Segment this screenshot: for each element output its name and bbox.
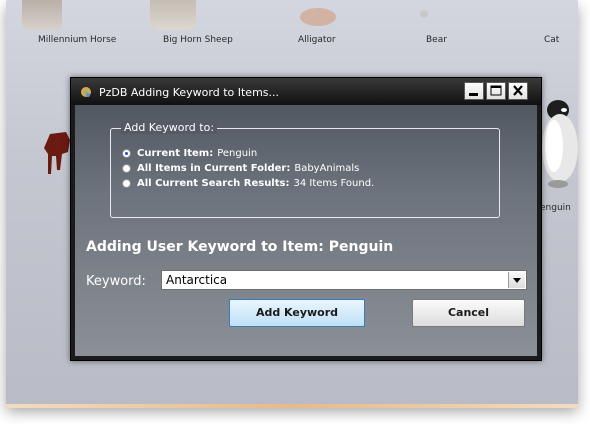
radio-value: 34 Items Found. [293, 178, 375, 189]
app-icon [81, 87, 91, 97]
radio-button[interactable] [122, 164, 131, 173]
radio-all-items-in-folder[interactable]: All Items in Current Folder: BabyAnimals [122, 163, 359, 174]
thumbnail-caption: Alligator [298, 35, 336, 45]
minimize-button[interactable] [464, 82, 484, 100]
radio-all-search-results[interactable]: All Current Search Results: 34 Items Fou… [122, 178, 374, 189]
thumbnail-caption: Big Horn Sheep [163, 35, 233, 45]
group-legend: Add Keyword to: [121, 121, 218, 134]
chevron-down-icon [513, 278, 521, 283]
thumbnail-caption: Bear [426, 35, 447, 45]
thumbnail-image[interactable] [300, 8, 336, 26]
maximize-button[interactable] [486, 82, 506, 100]
cancel-button[interactable]: Cancel [412, 299, 525, 327]
radio-button[interactable] [122, 179, 131, 188]
minimize-icon [469, 93, 478, 96]
horse-thumbnail[interactable] [40, 130, 72, 178]
thumbnail-image[interactable] [22, 0, 62, 30]
radio-label: Current Item: [137, 148, 214, 159]
close-button[interactable] [508, 82, 528, 100]
radio-value: Penguin [217, 148, 258, 159]
dialog-title: PzDB Adding Keyword to Items... [99, 86, 280, 99]
thumbnail-caption: Cat [544, 35, 560, 45]
thumbnail-caption: enguin [540, 203, 571, 213]
radio-button[interactable] [122, 149, 131, 158]
keyword-combobox[interactable]: Antarctica [161, 270, 527, 290]
gallery-bottom-border [6, 404, 578, 408]
thumbnail-image[interactable] [420, 10, 428, 18]
radio-value: BabyAnimals [294, 163, 360, 174]
dialog-body: Add Keyword to: Current Item: Penguin Al… [75, 105, 537, 356]
maximize-icon [490, 85, 502, 96]
dialog-titlebar[interactable]: PzDB Adding Keyword to Items... [71, 78, 541, 105]
thumbnail-caption: Millennium Horse [38, 35, 117, 45]
add-keyword-dialog: PzDB Adding Keyword to Items... Add Keyw… [70, 77, 542, 361]
keyword-input[interactable]: Antarctica [166, 273, 227, 287]
radio-label: All Current Search Results: [137, 178, 290, 189]
penguin-thumbnail[interactable] [538, 96, 580, 192]
thumbnail-image[interactable] [150, 0, 196, 30]
dropdown-button[interactable] [508, 272, 525, 288]
keyword-label: Keyword: [86, 274, 146, 289]
close-icon [513, 85, 523, 96]
radio-label: All Items in Current Folder: [137, 163, 291, 174]
add-keyword-button[interactable]: Add Keyword [229, 299, 365, 327]
add-keyword-to-group: Add Keyword to: Current Item: Penguin Al… [110, 121, 500, 218]
dialog-heading: Adding User Keyword to Item: Penguin [86, 239, 394, 255]
radio-current-item[interactable]: Current Item: Penguin [122, 148, 257, 159]
